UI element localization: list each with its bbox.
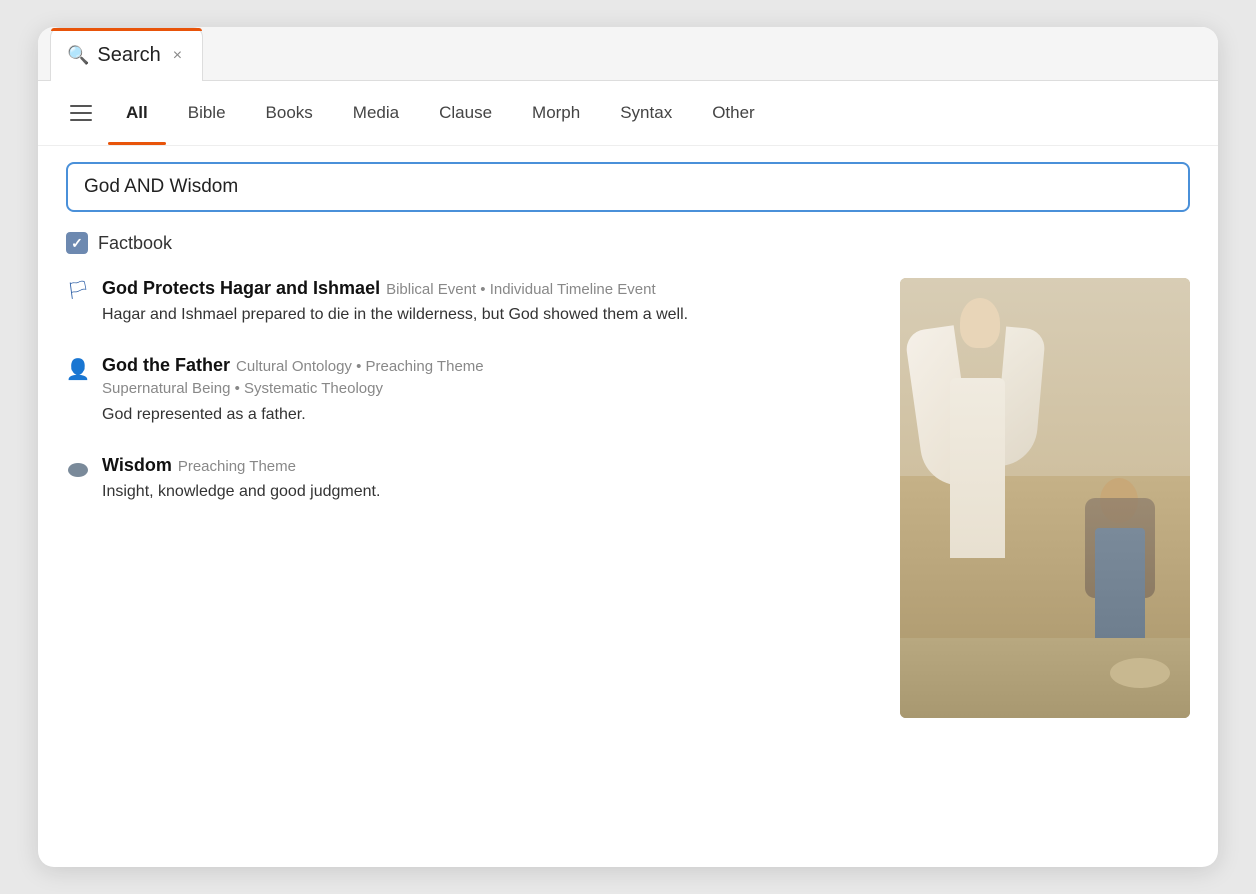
search-tab[interactable]: 🔍 Search ×	[50, 27, 203, 81]
search-row	[38, 146, 1218, 228]
results-image	[900, 278, 1190, 718]
result-2-desc: God represented as a father.	[102, 403, 484, 427]
result-2-content: God the Father Cultural Ontology • Preac…	[102, 355, 484, 427]
result-item-3[interactable]: Wisdom Preaching Theme Insight, knowledg…	[66, 455, 876, 504]
tab-media[interactable]: Media	[335, 95, 417, 131]
tab-bar: 🔍 Search ×	[38, 27, 1218, 81]
result-1-desc: Hagar and Ishmael prepared to die in the…	[102, 303, 688, 327]
hamburger-line-3	[70, 119, 92, 121]
search-input[interactable]	[84, 176, 1172, 198]
ellipse-icon	[68, 463, 88, 477]
result-3-title: Wisdom	[102, 455, 172, 476]
factbook-label: Factbook	[98, 233, 172, 254]
result-2-title-row: God the Father Cultural Ontology • Preac…	[102, 355, 484, 376]
search-input-wrap	[66, 162, 1190, 212]
nav-tabs: All Bible Books Media Clause Morph Synta…	[108, 95, 773, 131]
result-3-tags: Preaching Theme	[178, 458, 296, 475]
tab-syntax[interactable]: Syntax	[602, 95, 690, 131]
results-area: 🏳 God Protects Hagar and Ishmael Biblica…	[38, 270, 1218, 746]
angel-figure	[930, 298, 1030, 558]
result-1-title: God Protects Hagar and Ishmael	[102, 278, 380, 299]
result-3-desc: Insight, knowledge and good judgment.	[102, 480, 380, 504]
tab-label: Search	[97, 44, 160, 67]
hamburger-line-2	[70, 112, 92, 114]
person-icon: 👤	[66, 357, 90, 382]
image-rocks	[1110, 658, 1170, 688]
factbook-row: Factbook	[38, 228, 1218, 270]
angel-body	[950, 378, 1005, 558]
tab-clause[interactable]: Clause	[421, 95, 510, 131]
result-1-title-row: God Protects Hagar and Ishmael Biblical …	[102, 278, 688, 299]
result-item-1[interactable]: 🏳 God Protects Hagar and Ishmael Biblica…	[66, 278, 876, 327]
result-1-content: God Protects Hagar and Ishmael Biblical …	[102, 278, 688, 327]
panel-content: All Bible Books Media Clause Morph Synta…	[38, 81, 1218, 746]
angel-head	[960, 298, 1000, 348]
tab-other[interactable]: Other	[694, 95, 773, 131]
nav-row: All Bible Books Media Clause Morph Synta…	[38, 81, 1218, 146]
result-2-tags: Cultural Ontology • Preaching Theme	[236, 358, 484, 375]
results-list: 🏳 God Protects Hagar and Ishmael Biblica…	[66, 278, 876, 718]
hamburger-line-1	[70, 105, 92, 107]
result-item-2[interactable]: 👤 God the Father Cultural Ontology • Pre…	[66, 355, 876, 427]
tab-all[interactable]: All	[108, 95, 166, 131]
result-2-subtitle: Supernatural Being • Systematic Theology	[102, 380, 484, 397]
result-1-tags: Biblical Event • Individual Timeline Eve…	[386, 281, 656, 298]
ellipse-icon-wrap	[66, 457, 90, 477]
result-3-content: Wisdom Preaching Theme Insight, knowledg…	[102, 455, 380, 504]
tab-books[interactable]: Books	[248, 95, 331, 131]
search-icon: 🔍	[67, 45, 89, 66]
tab-morph[interactable]: Morph	[514, 95, 598, 131]
tab-close-button[interactable]: ×	[173, 47, 182, 65]
search-panel: 🔍 Search × All Bible Books Media Clause …	[38, 27, 1218, 867]
tab-bible[interactable]: Bible	[170, 95, 244, 131]
flag-icon: 🏳	[66, 280, 90, 301]
biblical-scene-image	[900, 278, 1190, 718]
result-2-title: God the Father	[102, 355, 230, 376]
result-3-title-row: Wisdom Preaching Theme	[102, 455, 380, 476]
hamburger-menu-button[interactable]	[66, 101, 96, 125]
factbook-checkbox[interactable]	[66, 232, 88, 254]
